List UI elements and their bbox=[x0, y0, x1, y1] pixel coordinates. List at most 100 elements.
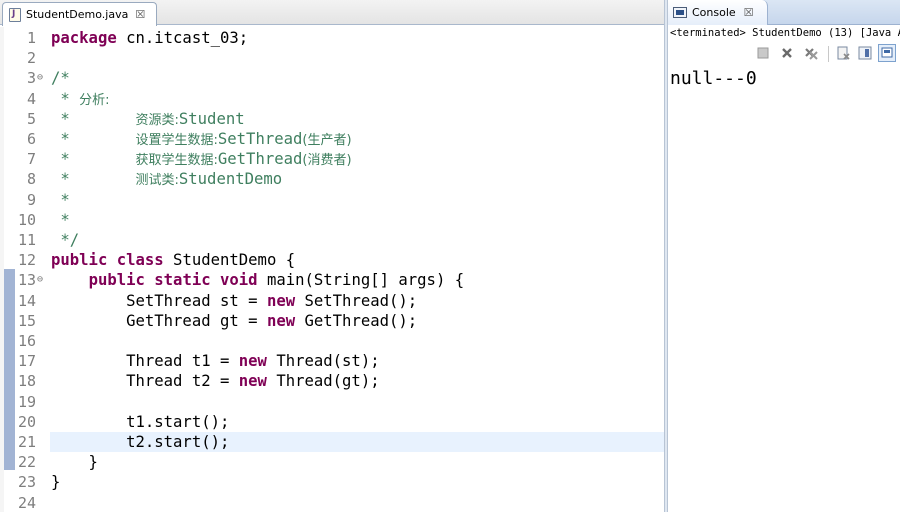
code-text: public static void main(String[] args) { bbox=[51, 270, 465, 290]
code-fragment: cn.itcast_03; bbox=[116, 29, 249, 47]
code-text: } bbox=[51, 473, 61, 492]
line-number: 15 bbox=[17, 311, 36, 330]
line-number: 24 bbox=[17, 493, 36, 512]
code-fragment: Thread(st); bbox=[266, 352, 380, 371]
console-output[interactable]: null---0 bbox=[670, 68, 757, 89]
line-number: 2 bbox=[26, 49, 36, 68]
code-fragment: Thread t2 = bbox=[51, 372, 239, 391]
scroll-lock-icon[interactable] bbox=[856, 44, 874, 62]
comment-star: * bbox=[51, 130, 136, 148]
comment: */ bbox=[51, 231, 80, 249]
line-number: 6 bbox=[26, 130, 36, 148]
code-line: 2 bbox=[0, 48, 664, 68]
tab-label: Console bbox=[692, 6, 736, 19]
code-line: 13 ⊖ public static void main(String[] ar… bbox=[0, 270, 664, 290]
code-text: Thread t2 = new Thread(gt); bbox=[51, 371, 380, 391]
comment-text: StudentDemo bbox=[178, 170, 283, 189]
fold-toggle-icon[interactable]: ⊖ bbox=[37, 270, 43, 290]
comment-text: 分析: bbox=[79, 92, 110, 108]
terminate-icon[interactable] bbox=[754, 44, 772, 62]
line-number: 7 bbox=[26, 150, 36, 169]
java-file-icon bbox=[9, 7, 21, 22]
comment: * bbox=[51, 210, 70, 229]
line-number: 20 bbox=[17, 412, 36, 431]
code-line: 16 bbox=[0, 331, 664, 351]
line-number: 23 bbox=[17, 473, 36, 492]
comment-text: (消费者) bbox=[302, 153, 352, 169]
line-number: 13 bbox=[17, 271, 36, 290]
code-fragment: SetThread(); bbox=[295, 291, 418, 310]
code-line: 6 * 设置学生数据:SetThread(生产者) bbox=[0, 129, 664, 149]
comment: * 测试类:StudentDemo bbox=[51, 169, 282, 191]
comment-text: 资源类: bbox=[135, 112, 179, 128]
tab-label: StudentDemo.java bbox=[26, 8, 129, 21]
code-text: t2.start(); bbox=[51, 433, 230, 451]
comment-star: * bbox=[51, 170, 136, 189]
keyword: new bbox=[238, 372, 267, 391]
line-number: 16 bbox=[17, 332, 36, 350]
comment-text: 获取学生数据: bbox=[135, 153, 218, 169]
editor-pane: StudentDemo.java ☒ 1 package cn.itcast_0… bbox=[0, 0, 664, 512]
console-icon bbox=[673, 7, 687, 18]
line-number: 17 bbox=[17, 352, 36, 371]
console-toolbar bbox=[668, 42, 900, 64]
fold-toggle-icon[interactable]: ⊖ bbox=[37, 68, 43, 88]
code-text: t1.start(); bbox=[51, 412, 230, 431]
code-text: GetThread gt = new GetThread(); bbox=[51, 311, 417, 331]
keyword: package bbox=[51, 29, 117, 47]
code-text: SetThread st = new SetThread(); bbox=[51, 291, 417, 311]
code-line: 12 public class StudentDemo { bbox=[0, 250, 664, 270]
remove-launch-icon[interactable] bbox=[778, 44, 796, 62]
close-icon[interactable]: ☒ bbox=[744, 6, 754, 19]
comment-text: SetThread bbox=[217, 130, 303, 148]
code-line: 23 } bbox=[0, 472, 664, 492]
comment: * 设置学生数据:SetThread(生产者) bbox=[51, 129, 351, 151]
code-line: 22 } bbox=[0, 452, 664, 472]
line-number: 14 bbox=[17, 291, 36, 310]
tab-console[interactable]: Console ☒ bbox=[668, 0, 768, 25]
keyword: public static void bbox=[88, 271, 258, 290]
comment-star: * bbox=[51, 109, 136, 128]
comment-text: Student bbox=[178, 109, 245, 128]
code-editor[interactable]: 1 package cn.itcast_03; 2 3 ⊖ /* 4 * 分析:… bbox=[0, 27, 664, 512]
line-number: 5 bbox=[26, 109, 36, 128]
toolbar-separator bbox=[828, 46, 829, 62]
code-fragment: SetThread st = bbox=[51, 291, 267, 310]
code-line: 24 bbox=[0, 493, 664, 512]
code-fragment: Thread t1 = bbox=[51, 352, 239, 371]
console-tab-bar: Console ☒ bbox=[668, 0, 900, 25]
line-number: 9 bbox=[26, 190, 36, 209]
comment: * 分析: bbox=[51, 89, 110, 111]
comment-star: * bbox=[51, 89, 80, 108]
code-fragment: GetThread gt = bbox=[51, 311, 267, 330]
code-line: 5 * 资源类:Student bbox=[0, 109, 664, 129]
comment: * bbox=[51, 190, 70, 209]
code-line: 17 Thread t1 = new Thread(st); bbox=[0, 351, 664, 371]
comment-text: 测试类: bbox=[135, 173, 179, 189]
editor-tab-bar: StudentDemo.java ☒ bbox=[0, 0, 664, 26]
comment-text: GetThread bbox=[217, 150, 303, 169]
code-line: 7 * 获取学生数据:GetThread(消费者) bbox=[0, 149, 664, 169]
code-line: 11 */ bbox=[0, 230, 664, 250]
code-fragment: StudentDemo { bbox=[163, 251, 296, 270]
comment: /* bbox=[51, 69, 70, 88]
line-number: 12 bbox=[17, 251, 36, 270]
line-number: 4 bbox=[26, 89, 36, 108]
code-fragment: GetThread(); bbox=[295, 311, 418, 330]
console-status: <terminated> StudentDemo (13) [Java A bbox=[670, 27, 900, 39]
remove-all-terminated-icon[interactable] bbox=[802, 44, 820, 62]
code-text: Thread t1 = new Thread(st); bbox=[51, 351, 380, 371]
code-line: 20 t1.start(); bbox=[0, 412, 664, 432]
close-icon[interactable]: ☒ bbox=[135, 8, 145, 21]
code-line: 19 bbox=[0, 392, 664, 412]
code-text: public class StudentDemo { bbox=[51, 250, 295, 270]
comment: * 获取学生数据:GetThread(消费者) bbox=[51, 149, 352, 171]
line-number: 18 bbox=[17, 372, 36, 391]
pin-console-icon[interactable] bbox=[878, 44, 896, 62]
code-line: 18 Thread t2 = new Thread(gt); bbox=[0, 371, 664, 391]
clear-console-icon[interactable] bbox=[834, 44, 852, 62]
tab-studentdemo-java[interactable]: StudentDemo.java ☒ bbox=[2, 2, 157, 26]
console-pane: Console ☒ <terminated> StudentDemo (13) … bbox=[668, 0, 900, 512]
line-number: 3 bbox=[26, 69, 36, 88]
code-line: 15 GetThread gt = new GetThread(); bbox=[0, 311, 664, 331]
